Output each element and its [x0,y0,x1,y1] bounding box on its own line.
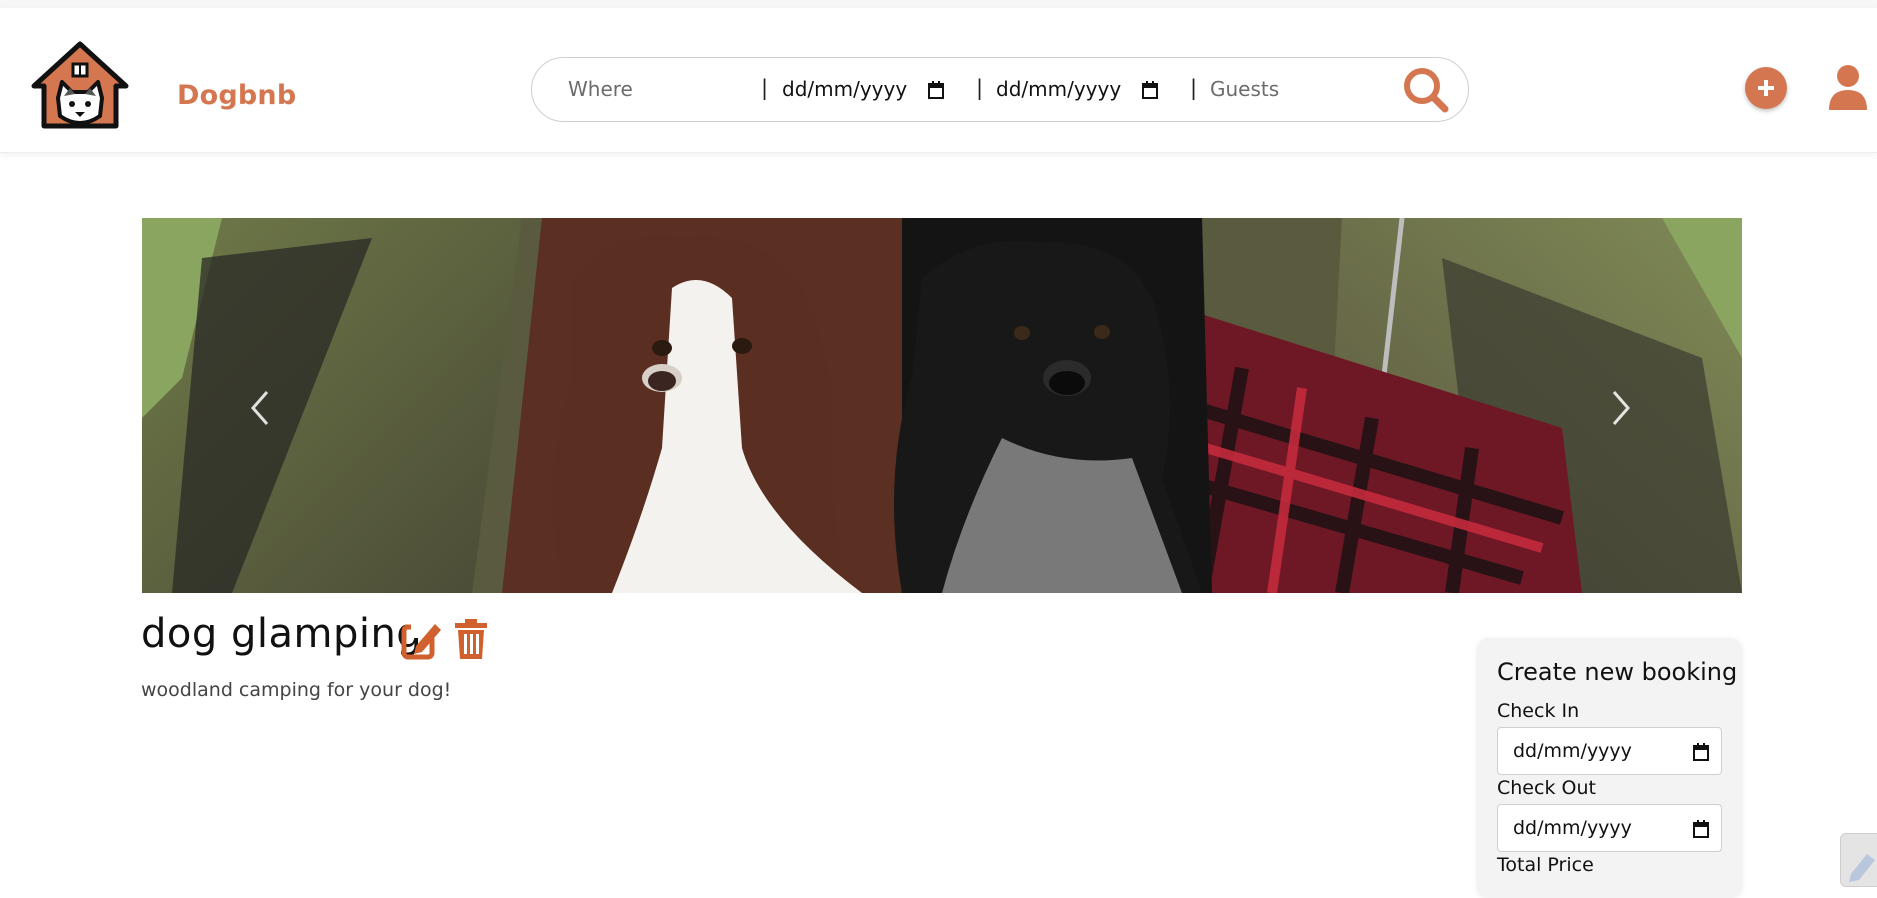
booking-checkout-input[interactable]: dd/mm/yyyy [1497,804,1722,852]
dogbnb-logo[interactable] [28,40,132,132]
trash-icon[interactable] [455,619,487,659]
total-price-label: Total Price [1497,854,1594,876]
top-strip [0,0,1877,8]
calendar-icon[interactable] [928,81,944,99]
chevron-left-icon[interactable] [247,388,277,428]
add-listing-button[interactable] [1745,67,1787,109]
chevron-right-icon[interactable] [1604,388,1634,428]
booking-title: Create new booking [1497,658,1738,686]
where-input[interactable]: Where [568,77,633,101]
separator: | [761,76,769,100]
plus-icon [1758,80,1774,96]
checkout-date-input[interactable]: dd/mm/yyyy [996,77,1121,101]
checkin-date-input[interactable]: dd/mm/yyyy [782,77,907,101]
listing-title: dog glamping [141,611,423,657]
pencil-icon [1849,854,1875,882]
calendar-icon[interactable] [1142,81,1158,99]
booking-checkin-value: dd/mm/yyyy [1513,740,1632,762]
separator: | [1190,76,1198,100]
search-icon[interactable] [1402,66,1450,114]
booking-checkin-input[interactable]: dd/mm/yyyy [1497,727,1722,775]
site-header: Dogbnb Where | dd/mm/yyyy | dd/mm/yyyy |… [0,8,1877,153]
search-bar: Where | dd/mm/yyyy | dd/mm/yyyy | Guests [531,57,1469,122]
listing-image-carousel [142,218,1742,593]
separator: | [976,76,984,100]
calendar-icon[interactable] [1693,820,1709,838]
booking-card: Create new booking Check In dd/mm/yyyy C… [1477,638,1742,898]
user-icon[interactable] [1828,64,1868,110]
guests-input[interactable]: Guests [1210,77,1279,101]
booking-checkout-value: dd/mm/yyyy [1513,817,1632,839]
listing-description: woodland camping for your dog! [141,679,452,701]
checkin-label: Check In [1497,700,1580,722]
brand-name[interactable]: Dogbnb [177,80,296,111]
checkout-label: Check Out [1497,777,1596,799]
house-dog-logo-icon [31,41,129,129]
edit-icon[interactable] [401,620,441,660]
calendar-icon[interactable] [1693,743,1709,761]
floating-widget-button[interactable] [1840,833,1877,887]
dogs-in-tent-photo [142,218,1742,593]
